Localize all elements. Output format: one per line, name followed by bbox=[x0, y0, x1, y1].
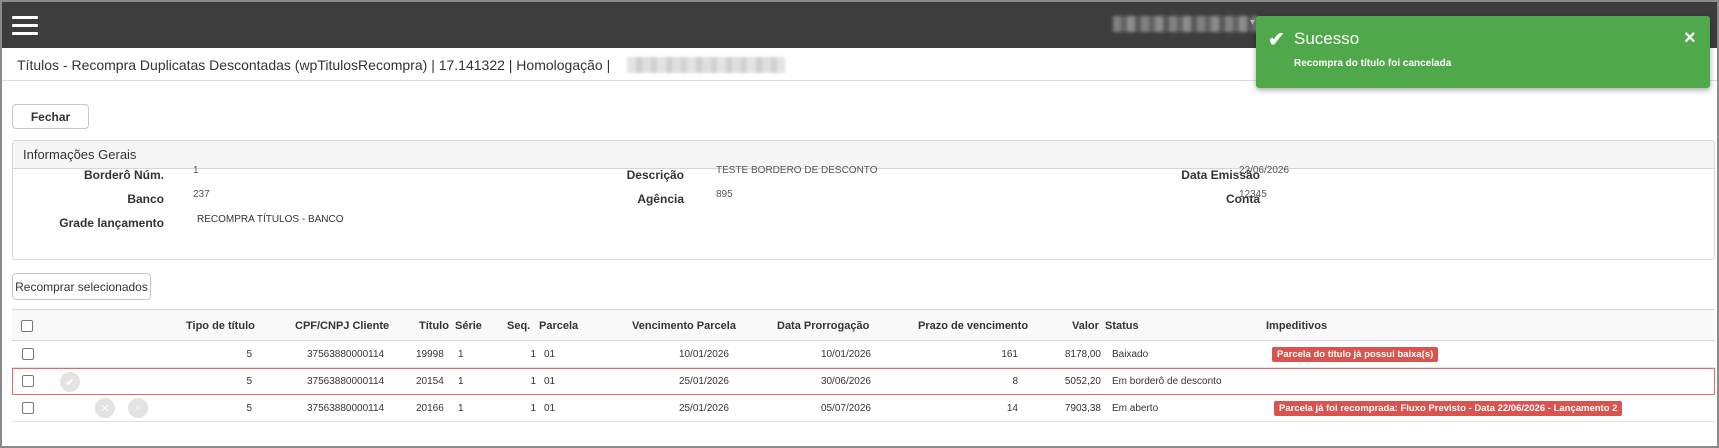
hamburger-menu-icon[interactable] bbox=[12, 16, 38, 35]
cell-vencimento: 25/01/2026 bbox=[678, 403, 729, 414]
cell-prorrogacao: 05/07/2026 bbox=[820, 403, 871, 414]
cell-valor: 7903,38 bbox=[1064, 403, 1101, 414]
cell-prazo: 161 bbox=[1001, 349, 1018, 360]
page-title: Títulos - Recompra Duplicatas Descontada… bbox=[17, 57, 611, 73]
bordero-num-value: 1 bbox=[193, 165, 199, 176]
th-tipo-titulo: Tipo de título bbox=[186, 320, 255, 332]
cell-serie: 1 bbox=[458, 349, 464, 360]
cell-prorrogacao: 30/06/2026 bbox=[820, 376, 871, 387]
table-row[interactable]: 5 37563880000114 19998 1 1 01 10/01/2026… bbox=[12, 341, 1715, 368]
cell-cpf: 37563880000114 bbox=[307, 376, 385, 387]
th-impeditivos: Impeditivos bbox=[1266, 320, 1328, 332]
toast-message: Recompra do título foi cancelada bbox=[1294, 58, 1452, 69]
cancel-x-icon[interactable]: ✕ bbox=[95, 398, 115, 418]
banco-value: 237 bbox=[193, 189, 210, 200]
impeditivo-badge: Parcela do título já possui baixa(s) bbox=[1272, 347, 1439, 362]
banco-label: Banco bbox=[127, 192, 164, 206]
cell-status: Em aberto bbox=[1112, 403, 1159, 414]
th-parcela: Parcela bbox=[539, 320, 579, 332]
cell-seq: 1 bbox=[530, 376, 536, 387]
titulos-table: Tipo de título CPF/CNPJ Cliente Título S… bbox=[12, 309, 1715, 423]
environment-redacted bbox=[627, 57, 785, 73]
cell-vencimento: 10/01/2026 bbox=[678, 349, 729, 360]
close-icon[interactable]: × bbox=[1684, 27, 1696, 50]
caret-down-icon[interactable]: ▾ bbox=[1250, 17, 1255, 28]
th-cpf-cnpj: CPF/CNPJ Cliente bbox=[295, 320, 390, 332]
cell-valor: 5052,20 bbox=[1064, 376, 1101, 387]
cell-tipo: 5 bbox=[246, 376, 252, 387]
table-header: Tipo de título CPF/CNPJ Cliente Título S… bbox=[12, 309, 1715, 341]
cell-prazo: 8 bbox=[1012, 376, 1018, 387]
toast-title: Sucesso bbox=[1294, 29, 1360, 48]
cell-prazo: 14 bbox=[1006, 403, 1018, 414]
cell-tipo: 5 bbox=[246, 349, 252, 360]
th-prazo: Prazo de vencimento bbox=[918, 320, 1029, 332]
cell-seq: 1 bbox=[530, 349, 536, 360]
cell-status: Em borderô de desconto bbox=[1112, 376, 1222, 387]
info-panel: Informações Gerais Borderô Núm. 1 Descri… bbox=[12, 140, 1715, 260]
th-serie: Série bbox=[455, 320, 482, 332]
th-seq: Seq. bbox=[507, 320, 531, 332]
cell-serie: 1 bbox=[458, 376, 464, 387]
recomprar-selecionados-button[interactable]: Recomprar selecionados bbox=[12, 273, 151, 300]
th-vencimento: Vencimento Parcela bbox=[632, 320, 736, 332]
cell-titulo: 20154 bbox=[416, 376, 444, 387]
cell-valor: 8178,00 bbox=[1064, 349, 1101, 360]
row-checkbox[interactable] bbox=[22, 348, 34, 360]
descricao-value: TESTE BORDERO DE DESCONTO bbox=[716, 165, 878, 176]
th-valor: Valor bbox=[1072, 320, 1099, 332]
grade-lancamento-value: RECOMPRA TÍTULOS - BANCO bbox=[197, 214, 344, 225]
agencia-value: 895 bbox=[716, 189, 733, 200]
conta-value: 12345 bbox=[1239, 189, 1267, 200]
fechar-button[interactable]: Fechar bbox=[12, 104, 89, 129]
cell-serie: 1 bbox=[458, 403, 464, 414]
cell-parcela: 01 bbox=[544, 376, 556, 387]
cell-seq: 1 bbox=[530, 403, 536, 414]
row-checkbox[interactable] bbox=[22, 375, 34, 387]
user-menu-redacted[interactable] bbox=[1113, 16, 1258, 32]
table-row-selected[interactable]: ✔ 5 37563880000114 20154 1 1 01 25/01/20… bbox=[12, 368, 1715, 395]
confirm-check-icon[interactable]: ✔ bbox=[60, 372, 80, 392]
cell-parcela: 01 bbox=[544, 349, 556, 360]
bordero-num-label: Borderô Núm. bbox=[83, 168, 164, 182]
checkmark-icon: ✔ bbox=[1268, 29, 1285, 51]
th-prorrogacao: Data Prorrogação bbox=[777, 320, 870, 332]
cell-prorrogacao: 10/01/2026 bbox=[820, 349, 871, 360]
table-row[interactable]: ✕ ⌕ 5 37563880000114 20166 1 1 01 25/01/… bbox=[12, 395, 1715, 422]
cell-vencimento: 25/01/2026 bbox=[678, 376, 729, 387]
cell-titulo: 19998 bbox=[416, 349, 444, 360]
row-checkbox[interactable] bbox=[22, 402, 34, 414]
cell-titulo: 20166 bbox=[416, 403, 444, 414]
cell-cpf: 37563880000114 bbox=[307, 349, 385, 360]
cell-cpf: 37563880000114 bbox=[307, 403, 385, 414]
agencia-label: Agência bbox=[637, 192, 684, 206]
search-icon[interactable]: ⌕ bbox=[128, 398, 148, 418]
cell-status: Baixado bbox=[1112, 349, 1149, 360]
data-emissao-value: 22/06/2026 bbox=[1239, 165, 1290, 176]
cell-parcela: 01 bbox=[544, 403, 556, 414]
cell-tipo: 5 bbox=[246, 403, 252, 414]
th-titulo: Título bbox=[419, 320, 449, 332]
select-all-checkbox[interactable] bbox=[21, 320, 33, 332]
grade-lancamento-label: Grade lançamento bbox=[59, 216, 164, 230]
th-status: Status bbox=[1105, 320, 1139, 332]
success-toast: ✔ Sucesso Recompra do título foi cancela… bbox=[1256, 16, 1710, 88]
impeditivo-badge: Parcela já foi recomprada: Fluxo Previst… bbox=[1274, 401, 1623, 416]
descricao-label: Descrição bbox=[626, 168, 684, 182]
